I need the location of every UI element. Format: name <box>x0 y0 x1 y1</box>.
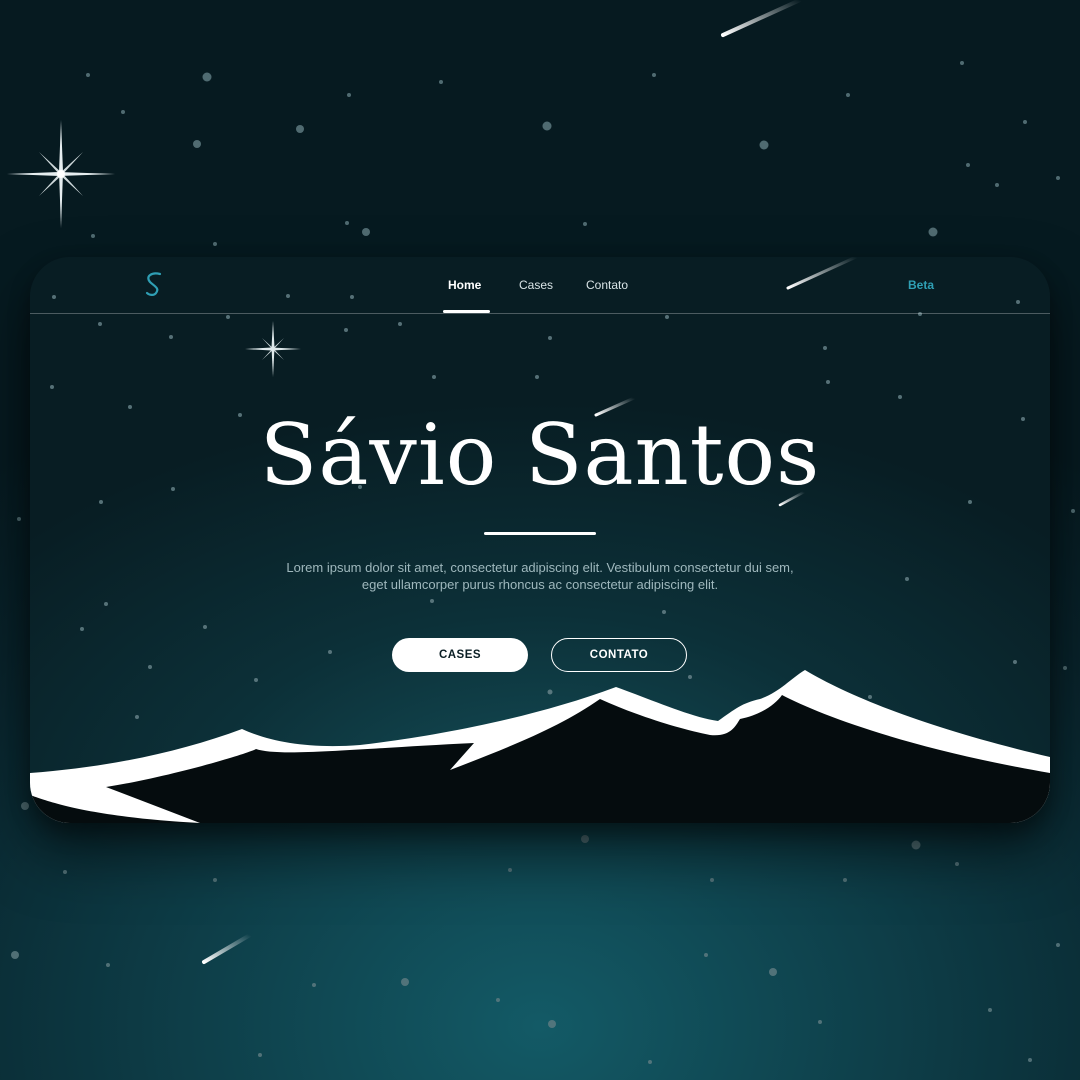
mountain-illustration <box>30 670 1050 823</box>
top-navigation: Home Cases Contato Beta <box>30 257 1050 314</box>
nav-active-indicator <box>443 310 490 313</box>
beta-badge[interactable]: Beta <box>908 278 934 292</box>
logo-s-icon[interactable] <box>138 269 168 299</box>
hero-divider <box>484 532 596 535</box>
sparkle-star-icon <box>7 120 115 228</box>
hero-title: Sávio Santos <box>259 406 821 504</box>
nav-link-cases[interactable]: Cases <box>519 278 553 292</box>
nav-link-home[interactable]: Home <box>448 278 481 292</box>
nav-link-contato[interactable]: Contato <box>586 278 628 292</box>
hero-description: Lorem ipsum dolor sit amet, consectetur … <box>286 560 794 592</box>
website-card: Home Cases Contato Beta Sávio Santos Lor… <box>30 257 1050 823</box>
